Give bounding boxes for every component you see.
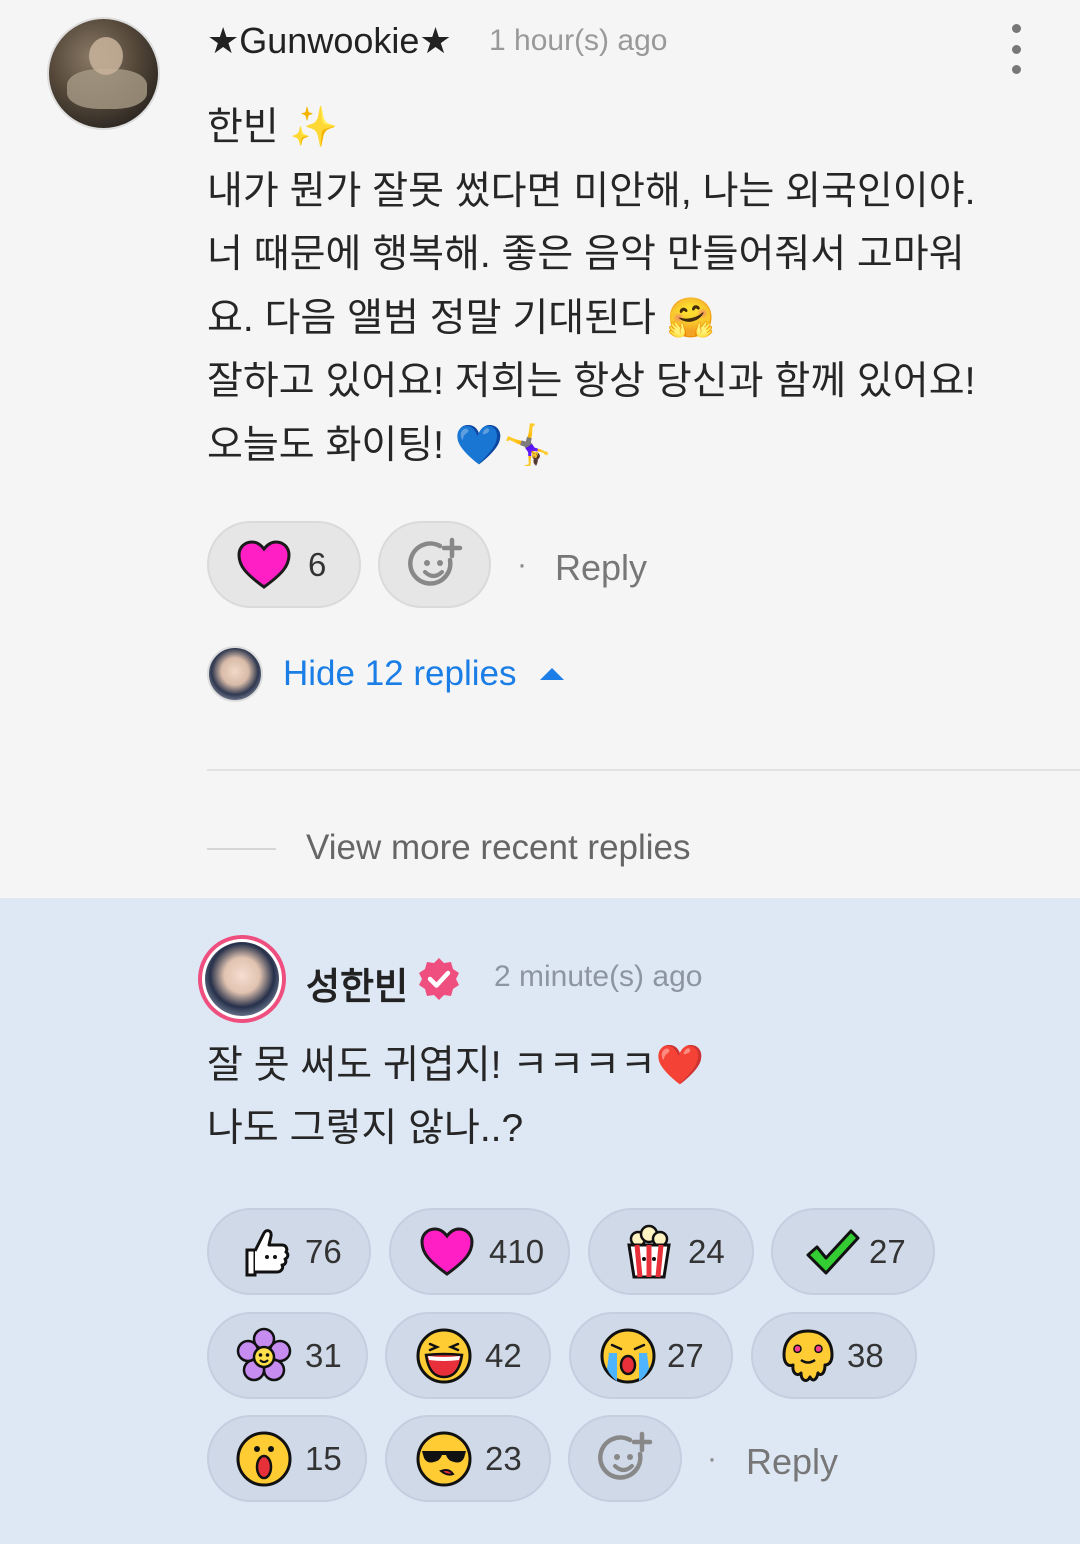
heart-icon: [419, 1226, 475, 1277]
flower-icon: [235, 1327, 293, 1385]
verified-badge-icon: [416, 956, 462, 1002]
reply-line: 나도 그렇지 않나..?: [207, 1107, 524, 1150]
reaction-count: 15: [305, 1439, 342, 1477]
reaction-laughing[interactable]: 42: [385, 1312, 551, 1399]
add-reaction-button[interactable]: [378, 521, 491, 608]
artist-reply: 성한빈 2 minute(s) ago 잘 못 써도 귀엽지! ㅋㅋㅋㅋ❤️ 나…: [0, 898, 1080, 1544]
reply-timestamp: 2 minute(s) ago: [494, 960, 703, 993]
heart-reaction-button[interactable]: 6: [207, 521, 361, 608]
comment-username[interactable]: ★Gunwookie★: [207, 20, 452, 62]
crying-face-icon: [599, 1327, 657, 1385]
reaction-count: 31: [305, 1336, 342, 1374]
reaction-count: 42: [485, 1336, 522, 1374]
reaction-count: 23: [485, 1439, 522, 1477]
laughing-face-icon: [415, 1327, 473, 1385]
thumbs-up-icon: [237, 1223, 295, 1281]
hide-replies-label: Hide 12 replies: [283, 654, 517, 693]
separator: ·: [707, 1442, 717, 1475]
reaction-popcorn[interactable]: 24: [588, 1208, 754, 1295]
reaction-heart[interactable]: 410: [389, 1208, 570, 1295]
more-options-icon[interactable]: [1000, 24, 1032, 74]
reply-button[interactable]: Reply: [746, 1441, 838, 1483]
reaction-count: 27: [869, 1232, 906, 1270]
popcorn-icon: [620, 1223, 678, 1281]
caret-up-icon: [540, 668, 565, 680]
view-more-replies-link[interactable]: View more recent replies: [306, 828, 691, 868]
reaction-check[interactable]: 27: [771, 1208, 935, 1295]
reaction-melting[interactable]: 38: [751, 1312, 917, 1399]
reaction-count: 27: [667, 1336, 704, 1374]
reply-button[interactable]: Reply: [555, 547, 647, 589]
reply-username[interactable]: 성한빈: [306, 956, 408, 1010]
sunglasses-face-icon: [415, 1430, 473, 1488]
divider: [207, 848, 276, 850]
divider: [207, 769, 1080, 771]
comment-line: 한빈 ✨: [207, 106, 339, 149]
parent-comment: ★Gunwookie★ 1 hour(s) ago 한빈 ✨ 내가 뭔가 잘못 …: [0, 0, 1080, 898]
comment-line: 잘하고 있어요! 저희는 항상 당신과 함께 있어요!: [207, 360, 976, 403]
reaction-thumbs-up[interactable]: 76: [207, 1208, 371, 1295]
surprised-face-icon: [235, 1430, 293, 1488]
comment-body: 한빈 ✨ 내가 뭔가 잘못 썼다면 미안해, 나는 외국인이야. 너 때문에 행…: [207, 96, 1037, 477]
heart-icon: [236, 539, 292, 590]
avatar[interactable]: [198, 935, 286, 1023]
reaction-crying[interactable]: 27: [569, 1312, 733, 1399]
hide-replies-toggle[interactable]: Hide 12 replies: [207, 642, 565, 706]
add-emoji-icon: [596, 1430, 654, 1488]
comment-line: 요. 다음 앨범 정말 기대된다 🤗: [207, 296, 716, 340]
reaction-count: 24: [688, 1232, 725, 1270]
add-reaction-button[interactable]: [568, 1415, 682, 1502]
add-emoji-icon: [406, 536, 464, 594]
reaction-count: 410: [489, 1232, 545, 1270]
reaction-count: 76: [305, 1232, 342, 1270]
melting-face-icon: [779, 1327, 837, 1385]
reaction-surprised[interactable]: 15: [207, 1415, 367, 1502]
reaction-count: 6: [308, 545, 327, 583]
comment-timestamp: 1 hour(s) ago: [489, 24, 668, 57]
avatar[interactable]: [47, 17, 160, 130]
reaction-flower[interactable]: 31: [207, 1312, 368, 1399]
comment-thread: ★Gunwookie★ 1 hour(s) ago 한빈 ✨ 내가 뭔가 잘못 …: [0, 0, 1080, 1544]
comment-line: 오늘도 화이팅! 💙🤸‍♀️: [207, 423, 552, 467]
reaction-sunglasses[interactable]: 23: [385, 1415, 551, 1502]
comment-line: 너 때문에 행복해. 좋은 음악 만들어줘서 고마워: [207, 233, 965, 276]
separator: ·: [517, 548, 527, 581]
reply-body: 잘 못 써도 귀엽지! ㅋㅋㅋㅋ❤️ 나도 그렇지 않나..?: [207, 1034, 704, 1160]
comment-line: 내가 뭔가 잘못 썼다면 미안해, 나는 외국인이야.: [207, 169, 976, 213]
check-icon: [803, 1223, 861, 1281]
avatar: [207, 646, 263, 702]
reply-line: 잘 못 써도 귀엽지! ㅋㅋㅋㅋ❤️: [207, 1044, 705, 1087]
reaction-count: 38: [847, 1336, 884, 1374]
